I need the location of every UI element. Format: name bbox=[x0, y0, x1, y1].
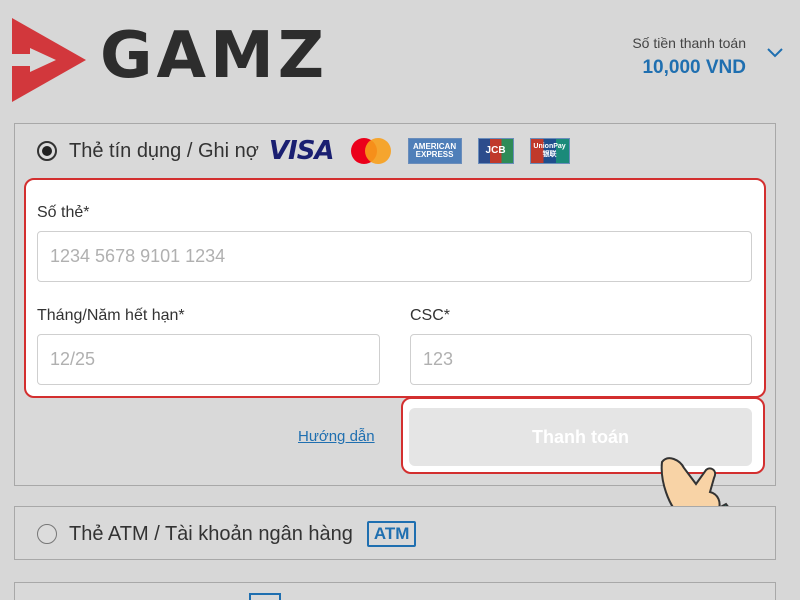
unionpay-logo: UnionPay 银联 bbox=[529, 138, 570, 164]
visa-logo: VISA bbox=[268, 136, 335, 166]
gamz-logo-icon bbox=[12, 18, 86, 102]
amount-value: 10,000 VND bbox=[642, 57, 746, 78]
credit-card-label: Thẻ tín dụng / Ghi nợ bbox=[69, 139, 259, 162]
csc-input[interactable] bbox=[410, 334, 752, 385]
amex-logo: AMERICAN EXPRESS bbox=[407, 138, 462, 164]
expiry-label: Tháng/Năm hết hạn* bbox=[37, 307, 185, 324]
help-link[interactable]: Hướng dẫn bbox=[298, 428, 375, 445]
atm-badge: ATM bbox=[366, 521, 417, 547]
csc-label: CSC* bbox=[410, 307, 451, 324]
logo-text: GAMZ bbox=[100, 19, 329, 93]
chevron-down-icon[interactable] bbox=[766, 46, 784, 60]
jcb-logo: JCB bbox=[477, 138, 514, 164]
atm-label: Thẻ ATM / Tài khoản ngân hàng bbox=[69, 522, 353, 545]
mastercard-logo-icon bbox=[350, 138, 391, 164]
card-number-input[interactable] bbox=[37, 231, 752, 282]
credit-card-radio[interactable] bbox=[37, 141, 57, 161]
atm-section: Thẻ ATM / Tài khoản ngân hàng ATM bbox=[14, 506, 776, 560]
atm-radio[interactable] bbox=[37, 524, 57, 544]
card-brands: VISA AMERICAN EXPRESS JCB UnionPay 银联 bbox=[269, 136, 570, 166]
header: GAMZ Số tiền thanh toán 10,000 VND bbox=[0, 0, 800, 118]
payment-method-icon bbox=[249, 593, 281, 600]
payment-method-section[interactable] bbox=[14, 582, 776, 600]
atm-option[interactable]: Thẻ ATM / Tài khoản ngân hàng ATM bbox=[37, 519, 417, 549]
credit-card-option[interactable]: Thẻ tín dụng / Ghi nợ VISA AMERICAN EXPR… bbox=[37, 136, 570, 166]
expiry-input[interactable] bbox=[37, 334, 380, 385]
card-number-label: Số thẻ* bbox=[37, 204, 90, 221]
amount-label: Số tiền thanh toán bbox=[632, 35, 746, 51]
